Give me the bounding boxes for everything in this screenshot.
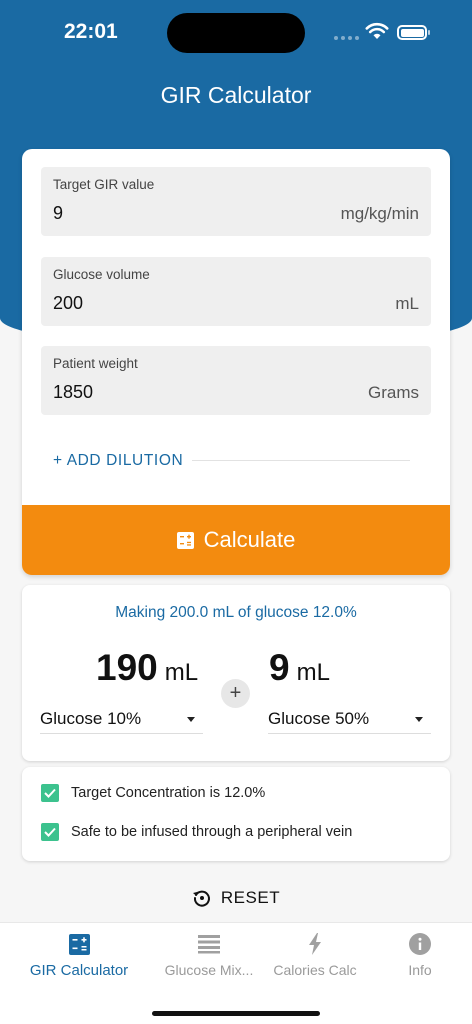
left-unit: mL [164,659,199,686]
battery-icon [397,25,430,40]
patient-weight-label: Patient weight [53,356,138,371]
glucose-volume-unit: mL [395,294,419,313]
nav-label: Info [408,962,432,978]
reset-icon [192,890,210,907]
lightning-icon [308,931,322,957]
nav-label: GIR Calculator [29,962,129,979]
divider [192,460,410,461]
patient-weight-unit: Grams [368,383,419,402]
nav-item-info[interactable]: Info [384,931,456,987]
reset-button[interactable]: RESET [0,888,472,908]
result-card: Making 200.0 mL of glucose 12.0% 190 mL … [22,585,450,761]
check-text: Target Concentration is 12.0% [71,785,266,801]
right-unit: mL [296,659,330,686]
checkbox-checked-icon[interactable] [41,784,59,802]
result-summary: Making 200.0 mL of glucose 12.0% [115,604,357,621]
reset-label: RESET [220,888,281,907]
check-item[interactable]: Safe to be infused through a peripheral … [41,823,352,841]
patient-weight-field[interactable]: Patient weight Grams [41,346,431,415]
gir-field[interactable]: Target GIR value mg/kg/min [41,167,431,236]
gir-input[interactable] [53,203,253,224]
chevron-down-icon [415,716,423,722]
glucose-volume-label: Glucose volume [53,267,150,282]
left-amount: 190 [96,647,158,688]
right-quantity: 9 mL [269,647,330,689]
patient-weight-input[interactable] [53,382,253,403]
input-form-card: Target GIR value mg/kg/min Glucose volum… [22,149,450,575]
checks-card: Target Concentration is 12.0% Safe to be… [22,767,450,861]
info-icon [409,931,431,957]
glucose-volume-field[interactable]: Glucose volume mL [41,257,431,326]
chevron-down-icon [187,716,195,722]
add-dilution-button[interactable]: + ADD DILUTION [53,452,183,470]
right-solution-value: Glucose 50% [268,709,370,728]
nav-label: Glucose Mix... [164,962,254,978]
right-amount: 9 [269,647,290,688]
left-solution-select[interactable]: Glucose 10% [40,705,203,734]
nav-item-gir-calculator[interactable]: GIR Calculator [10,931,148,987]
nav-label: Calories Calc [273,962,357,978]
status-bar: 22:01 [0,0,472,64]
page-title: GIR Calculator [160,82,312,108]
plus-icon: + [221,679,250,708]
left-quantity: 190 mL [96,647,198,689]
nav-item-calories-calc[interactable]: Calories Calc [264,931,366,987]
check-item[interactable]: Target Concentration is 12.0% [41,784,265,802]
nav-item-glucose-mix[interactable]: Glucose Mix... [152,931,266,987]
home-indicator[interactable] [152,1011,320,1016]
status-time: 22:01 [64,20,118,43]
right-solution-select[interactable]: Glucose 50% [268,705,431,734]
gir-field-label: Target GIR value [53,177,155,192]
list-icon [198,931,220,957]
calculate-button-label: Calculate [203,527,296,552]
check-text: Safe to be infused through a peripheral … [71,824,353,840]
checkbox-checked-icon[interactable] [41,823,59,841]
gir-unit: mg/kg/min [340,204,419,223]
bottom-navigation: GIR Calculator Glucose Mix... Calories C… [0,922,472,1024]
calculator-icon [68,931,90,957]
cellular-signal-icon [334,36,359,40]
dynamic-island [167,13,305,53]
glucose-volume-input[interactable] [53,293,253,314]
wifi-icon [365,22,389,39]
left-solution-value: Glucose 10% [40,709,142,728]
calculator-icon [176,531,194,549]
calculate-button[interactable]: Calculate [22,505,450,575]
